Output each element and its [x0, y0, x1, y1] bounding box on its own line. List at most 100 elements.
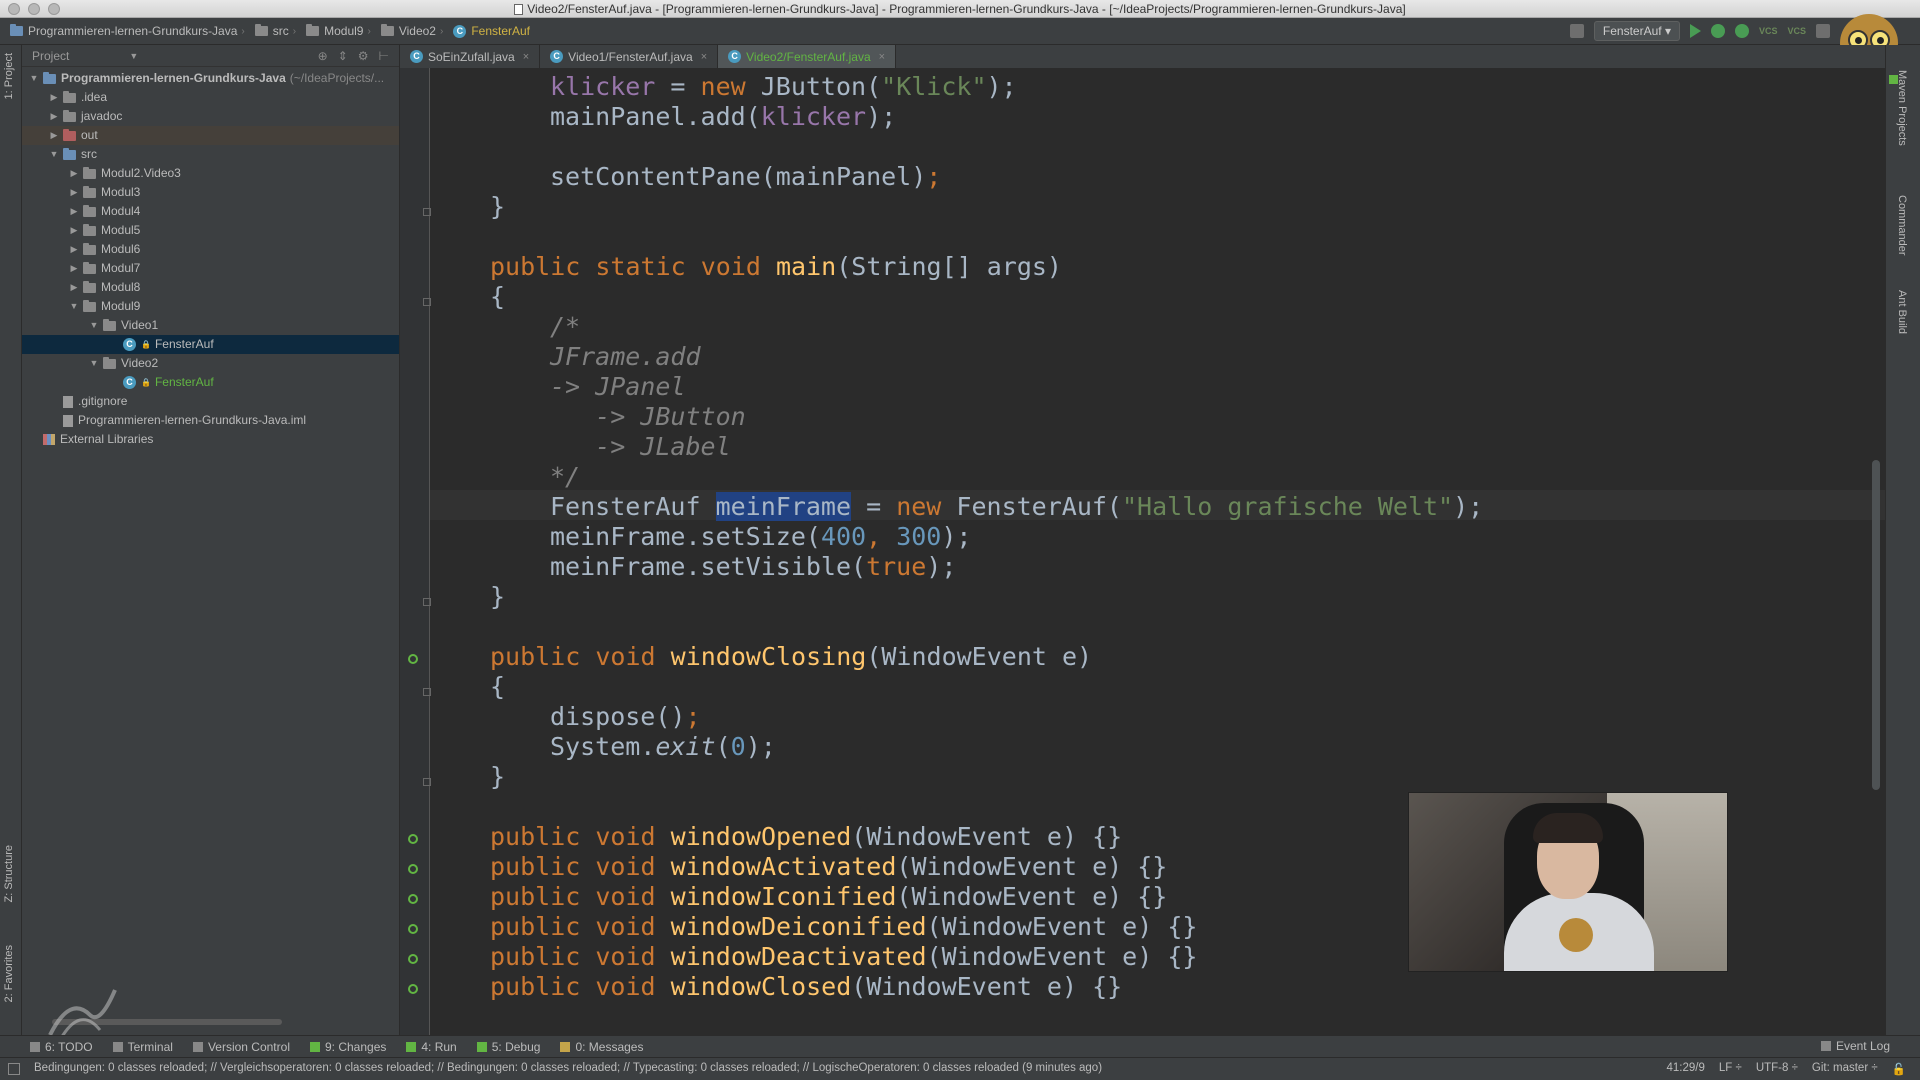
override-marker-icon[interactable]: [408, 984, 418, 994]
close-icon[interactable]: ×: [879, 51, 885, 63]
chevron-right-icon[interactable]: ▶: [68, 259, 80, 278]
tab-video2-fensterauf[interactable]: C Video2/FensterAuf.java ×: [718, 45, 897, 68]
run-configuration-select[interactable]: FensterAuf ▾: [1593, 21, 1680, 41]
tree-item[interactable]: ▶ Modul7: [22, 259, 399, 278]
todo-tool-button[interactable]: 6: TODO: [0, 1040, 103, 1054]
zoom-window-button[interactable]: [48, 3, 60, 15]
tree-item[interactable]: ▶ Modul6: [22, 240, 399, 259]
file-encoding[interactable]: UTF-8 ÷: [1756, 1062, 1798, 1076]
debug-icon[interactable]: [1710, 24, 1725, 38]
tree-item[interactable]: .gitignore: [22, 392, 399, 411]
inspection-ok-icon[interactable]: [1889, 75, 1898, 84]
fold-marker[interactable]: [423, 208, 431, 216]
breadcrumb-video2[interactable]: Video2: [371, 24, 440, 38]
tab-video1-fensterauf[interactable]: C Video1/FensterAuf.java ×: [540, 45, 719, 68]
breadcrumb-class[interactable]: C FensterAuf: [443, 24, 534, 38]
status-message[interactable]: Bedingungen: 0 classes reloaded; // Verg…: [34, 1062, 1594, 1074]
fold-marker[interactable]: [423, 778, 431, 786]
tree-item[interactable]: ▼ Video1: [22, 316, 399, 335]
tree-item[interactable]: C 🔒 FensterAuf: [22, 373, 399, 392]
event-log-button[interactable]: Event Log: [1820, 1039, 1890, 1053]
run-tool-button[interactable]: 4: Run: [396, 1040, 466, 1054]
vertical-scrollbar[interactable]: [1872, 460, 1880, 790]
run-icon[interactable]: [1689, 24, 1701, 38]
tree-item[interactable]: ▶ .idea: [22, 88, 399, 107]
coverage-icon[interactable]: [1734, 24, 1749, 38]
chevron-down-icon[interactable]: ▼: [68, 297, 80, 316]
messages-tool-button[interactable]: 0: Messages: [550, 1040, 653, 1054]
fold-marker[interactable]: [423, 298, 431, 306]
chevron-down-icon[interactable]: ▼: [88, 354, 100, 373]
settings-icon[interactable]: [1816, 24, 1830, 38]
minimize-window-button[interactable]: [28, 3, 40, 15]
chevron-right-icon[interactable]: ▶: [68, 164, 80, 183]
fold-marker[interactable]: [423, 598, 431, 606]
terminal-tool-button[interactable]: Terminal: [103, 1040, 183, 1054]
close-window-button[interactable]: [8, 3, 20, 15]
changes-tool-button[interactable]: 9: Changes: [300, 1040, 396, 1054]
project-tool-tab[interactable]: 1: Project: [3, 53, 15, 99]
tree-item[interactable]: ▼ src: [22, 145, 399, 164]
build-icon[interactable]: [1569, 24, 1584, 38]
tree-item[interactable]: ▼ Video2: [22, 354, 399, 373]
chevron-right-icon[interactable]: ▶: [48, 107, 60, 126]
lock-icon[interactable]: 🔓: [1892, 1062, 1906, 1076]
chevron-right-icon[interactable]: ▶: [68, 278, 80, 297]
close-icon[interactable]: ×: [701, 51, 707, 63]
tree-item[interactable]: ▶ javadoc: [22, 107, 399, 126]
close-icon[interactable]: ×: [523, 51, 529, 63]
caret-position[interactable]: 41:29/9: [1667, 1062, 1705, 1076]
tool-windows-toggle-icon[interactable]: [8, 1063, 20, 1075]
tree-item[interactable]: ▶ Modul3: [22, 183, 399, 202]
version-control-tool-button[interactable]: Version Control: [183, 1040, 300, 1054]
chevron-down-icon[interactable]: ▼: [129, 51, 138, 61]
tree-item[interactable]: ▶ Modul5: [22, 221, 399, 240]
tree-item[interactable]: C 🔒 FensterAuf: [22, 335, 399, 354]
vcs-update-icon[interactable]: VCS: [1759, 26, 1778, 36]
chevron-right-icon[interactable]: ▶: [48, 126, 60, 145]
chevron-down-icon[interactable]: ▼: [88, 316, 100, 335]
code-line: public void windowOpened(WindowEvent e) …: [490, 822, 1122, 852]
breadcrumb-modul9[interactable]: Modul9: [296, 24, 367, 38]
git-branch[interactable]: Git: master ÷: [1812, 1062, 1878, 1076]
override-marker-icon[interactable]: [408, 894, 418, 904]
favorites-tool-tab[interactable]: 2: Favorites: [3, 945, 15, 1002]
fold-marker[interactable]: [423, 688, 431, 696]
structure-tool-tab[interactable]: Z: Structure: [3, 845, 15, 902]
line-separator[interactable]: LF ÷: [1719, 1062, 1742, 1076]
tree-item[interactable]: Programmieren-lernen-Grundkurs-Java.iml: [22, 411, 399, 430]
tree-item[interactable]: ▼ Programmieren-lernen-Grundkurs-Java (~/I…: [22, 69, 399, 88]
collapse-icon[interactable]: ⇕: [338, 49, 348, 63]
tree-item[interactable]: ▶ Modul4: [22, 202, 399, 221]
code-comment-line: /*: [550, 312, 581, 341]
ant-build-tab[interactable]: Ant Build: [1896, 290, 1908, 334]
override-marker-icon[interactable]: [408, 954, 418, 964]
debug-tool-button[interactable]: 5: Debug: [467, 1040, 551, 1054]
chevron-down-icon[interactable]: ▼: [28, 69, 40, 88]
tree-item[interactable]: External Libraries: [22, 430, 399, 449]
tab-soeinzufall[interactable]: C SoEinZufall.java ×: [400, 45, 541, 68]
chevron-right-icon[interactable]: ▶: [48, 88, 60, 107]
gear-icon[interactable]: ⚙: [358, 49, 369, 63]
hide-icon[interactable]: ⊢: [379, 49, 389, 63]
override-marker-icon[interactable]: [408, 864, 418, 874]
tree-item[interactable]: ▶ Modul8: [22, 278, 399, 297]
chevron-right-icon[interactable]: ▶: [68, 240, 80, 259]
locate-icon[interactable]: ⊕: [318, 49, 328, 63]
chevron-down-icon[interactable]: ▼: [48, 145, 60, 164]
chevron-right-icon[interactable]: ▶: [68, 183, 80, 202]
breadcrumb-project[interactable]: Programmieren-lernen-Grundkurs-Java: [0, 24, 241, 38]
chevron-right-icon[interactable]: ▶: [68, 221, 80, 240]
tree-item[interactable]: ▶ Modul2.Video3: [22, 164, 399, 183]
vcs-commit-icon[interactable]: VCS: [1787, 26, 1806, 36]
tree-item[interactable]: ▼ Modul9: [22, 297, 399, 316]
override-marker-icon[interactable]: [408, 924, 418, 934]
breadcrumb-src[interactable]: src: [245, 24, 293, 38]
tree-item[interactable]: ▶ out: [22, 126, 399, 145]
project-view-select[interactable]: Project: [32, 49, 69, 63]
override-marker-icon[interactable]: [408, 654, 418, 664]
window-title: Video2/FensterAuf.java - [Programmieren-…: [527, 2, 1406, 16]
override-marker-icon[interactable]: [408, 834, 418, 844]
commander-tab[interactable]: Commander: [1896, 195, 1908, 256]
chevron-right-icon[interactable]: ▶: [68, 202, 80, 221]
